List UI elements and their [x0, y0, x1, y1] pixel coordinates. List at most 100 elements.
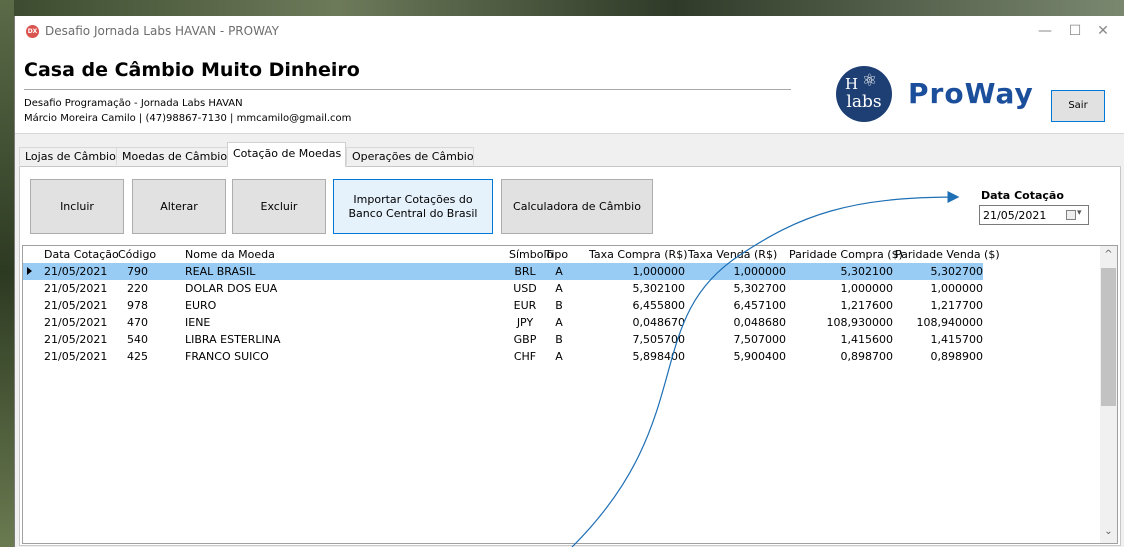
cell-code[interactable]: 220: [118, 280, 148, 297]
cell-sell-parity[interactable]: 5,302700: [895, 263, 984, 280]
include-button[interactable]: Incluir: [30, 179, 124, 234]
cell-currency-name[interactable]: FRANCO SUICO: [185, 348, 485, 365]
tab-cotacao-de-moedas[interactable]: Cotação de Moedas: [227, 142, 346, 167]
cell-buy-rate[interactable]: 5,302100: [589, 280, 686, 297]
header-divider: [24, 89, 791, 90]
app-window: DX Desafio Jornada Labs HAVAN - PROWAY —…: [14, 16, 1124, 547]
proway-logo: ProWay: [908, 77, 1034, 110]
cell-symbol[interactable]: JPY: [509, 314, 541, 331]
column-header-buy-rate[interactable]: Taxa Compra (R$): [589, 246, 687, 263]
cell-currency-name[interactable]: REAL BRASIL: [185, 263, 485, 280]
cell-date[interactable]: 21/05/2021: [44, 263, 116, 280]
column-header-type[interactable]: Tipo: [545, 246, 568, 263]
cell-date[interactable]: 21/05/2021: [44, 331, 116, 348]
cell-currency-name[interactable]: IENE: [185, 314, 485, 331]
cell-buy-parity[interactable]: 5,302100: [789, 263, 894, 280]
chevron-down-icon[interactable]: ▾: [1077, 208, 1082, 218]
company-title: Casa de Câmbio Muito Dinheiro: [24, 59, 360, 81]
cell-buy-rate[interactable]: 0,048670: [589, 314, 686, 331]
cell-type[interactable]: A: [545, 314, 573, 331]
close-button[interactable]: ✕: [1080, 16, 1124, 47]
cell-sell-parity[interactable]: 1,415700: [895, 331, 984, 348]
desktop-background-left: [0, 0, 14, 547]
cell-type[interactable]: B: [545, 297, 573, 314]
cell-sell-rate[interactable]: 1,000000: [688, 263, 787, 280]
hlabs-logo: H ⚛ labs: [836, 66, 892, 122]
cell-code[interactable]: 540: [118, 331, 148, 348]
quote-date-picker[interactable]: 21/05/2021 ▾: [979, 205, 1089, 225]
cell-sell-parity[interactable]: 0,898900: [895, 348, 984, 365]
cell-symbol[interactable]: EUR: [509, 297, 541, 314]
scroll-up-icon[interactable]: ^: [1100, 249, 1117, 260]
column-header-date[interactable]: Data Cotação: [44, 246, 119, 263]
cell-sell-parity[interactable]: 1,000000: [895, 280, 984, 297]
tab-moedas-de-cambio[interactable]: Moedas de Câmbio: [116, 147, 229, 165]
edit-button[interactable]: Alterar: [132, 179, 226, 234]
scroll-down-icon[interactable]: ⌄: [1100, 526, 1117, 537]
exchange-calculator-button[interactable]: Calculadora de Câmbio: [501, 179, 653, 234]
cell-buy-parity[interactable]: 1,000000: [789, 280, 894, 297]
cell-date[interactable]: 21/05/2021: [44, 314, 116, 331]
table-row[interactable]: 21/05/2021 978 EURO EUR B 6,455800 6,457100 1,2…: [23, 297, 983, 314]
cell-currency-name[interactable]: EURO: [185, 297, 485, 314]
exit-button[interactable]: Sair: [1051, 90, 1105, 122]
cell-sell-parity[interactable]: 1,217700: [895, 297, 984, 314]
column-header-sell-parity[interactable]: Paridade Venda ($): [895, 246, 1000, 263]
delete-button[interactable]: Excluir: [232, 179, 326, 234]
cell-sell-rate[interactable]: 7,507000: [688, 331, 787, 348]
table-row[interactable]: 21/05/2021 790 REAL BRASIL BRL A 1,000000 1,00…: [23, 263, 983, 280]
tab-strip: Lojas de Câmbio Moedas de Câmbio Cotação…: [15, 142, 1124, 167]
cell-buy-parity[interactable]: 1,217600: [789, 297, 894, 314]
cell-date[interactable]: 21/05/2021: [44, 348, 116, 365]
hlabs-logo-h: H: [845, 75, 859, 93]
cell-sell-rate[interactable]: 6,457100: [688, 297, 787, 314]
cell-code[interactable]: 978: [118, 297, 148, 314]
cell-symbol[interactable]: GBP: [509, 331, 541, 348]
atom-icon: ⚛: [862, 71, 878, 91]
cell-code[interactable]: 790: [118, 263, 148, 280]
scrollbar-thumb[interactable]: [1101, 268, 1116, 406]
tab-lojas-de-cambio[interactable]: Lojas de Câmbio: [19, 147, 119, 165]
column-header-code[interactable]: Código: [118, 246, 156, 263]
vertical-scrollbar[interactable]: ^ ⌄: [1100, 246, 1117, 543]
table-row[interactable]: 21/05/2021 220 DOLAR DOS EUA USD A 5,302100 5,…: [23, 280, 983, 297]
cell-sell-parity[interactable]: 108,940000: [895, 314, 983, 331]
import-quotes-button[interactable]: Importar Cotações do Banco Central do Br…: [333, 179, 493, 234]
cell-buy-parity[interactable]: 108,930000: [789, 314, 893, 331]
table-row[interactable]: 21/05/2021 470 IENE JPY A 0,048670 0,048680 108…: [23, 314, 983, 331]
cell-buy-rate[interactable]: 7,505700: [589, 331, 686, 348]
table-row[interactable]: 21/05/2021 540 LIBRA ESTERLINA GBP B 7,505700…: [23, 331, 983, 348]
tab-panel-cotacao: Incluir Alterar Excluir Importar Cotaçõe…: [19, 166, 1121, 546]
column-header-currency-name[interactable]: Nome da Moeda: [185, 246, 275, 263]
calendar-icon[interactable]: [1066, 210, 1076, 220]
cell-type[interactable]: A: [545, 263, 573, 280]
cell-type[interactable]: B: [545, 331, 573, 348]
app-icon: DX: [26, 25, 39, 38]
cell-code[interactable]: 470: [118, 314, 148, 331]
cell-date[interactable]: 21/05/2021: [44, 280, 116, 297]
cell-sell-rate[interactable]: 0,048680: [688, 314, 787, 331]
cell-symbol[interactable]: BRL: [509, 263, 541, 280]
cell-symbol[interactable]: CHF: [509, 348, 541, 365]
cell-buy-parity[interactable]: 1,415600: [789, 331, 894, 348]
cell-currency-name[interactable]: DOLAR DOS EUA: [185, 280, 485, 297]
cell-buy-parity[interactable]: 0,898700: [789, 348, 894, 365]
cell-type[interactable]: A: [545, 348, 573, 365]
cell-sell-rate[interactable]: 5,900400: [688, 348, 787, 365]
cell-sell-rate[interactable]: 5,302700: [688, 280, 787, 297]
cell-symbol[interactable]: USD: [509, 280, 541, 297]
cell-type[interactable]: A: [545, 280, 573, 297]
cell-currency-name[interactable]: LIBRA ESTERLINA: [185, 331, 485, 348]
cell-date[interactable]: 21/05/2021: [44, 297, 116, 314]
tab-operacoes-de-cambio[interactable]: Operações de Câmbio: [346, 147, 474, 165]
cell-code[interactable]: 425: [118, 348, 148, 365]
cell-buy-rate[interactable]: 5,898400: [589, 348, 686, 365]
column-header-sell-rate[interactable]: Taxa Venda (R$): [688, 246, 777, 263]
grid-header: Data Cotação Código Nome da Moeda Símbol…: [23, 246, 1117, 263]
table-row[interactable]: 21/05/2021 425 FRANCO SUICO CHF A 5,898400 5,9…: [23, 348, 983, 365]
quotes-grid[interactable]: Data Cotação Código Nome da Moeda Símbol…: [22, 245, 1118, 544]
header: Casa de Câmbio Muito Dinheiro Desafio Pr…: [15, 47, 1124, 134]
column-header-buy-parity[interactable]: Paridade Compra ($): [789, 246, 903, 263]
cell-buy-rate[interactable]: 6,455800: [589, 297, 686, 314]
cell-buy-rate[interactable]: 1,000000: [589, 263, 686, 280]
